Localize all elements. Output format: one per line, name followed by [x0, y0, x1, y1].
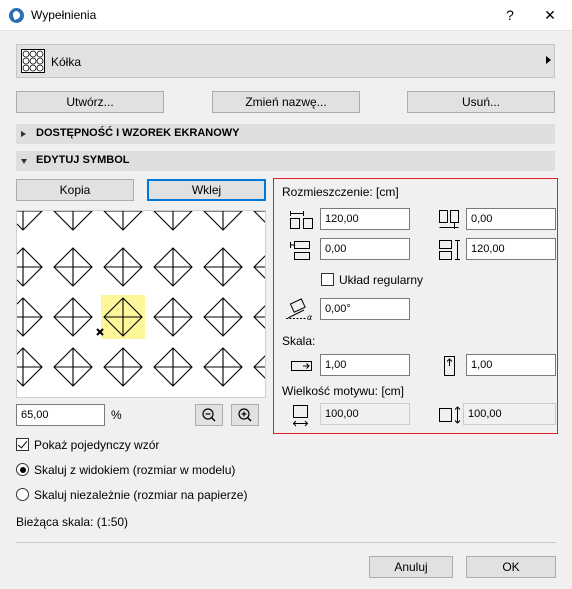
- scale-independent-label: Skaluj niezależnie (rozmiar na papierze): [34, 488, 248, 502]
- motif-size-header: Wielkość motywu: [cm]: [282, 384, 405, 398]
- zoom-out-button[interactable]: [195, 404, 223, 426]
- ok-button[interactable]: OK: [466, 556, 556, 578]
- fill-selector[interactable]: Kółka: [16, 44, 555, 78]
- scale-independent-radio[interactable]: [16, 488, 29, 501]
- current-scale-text: Bieżąca skala: (1:50): [16, 515, 129, 529]
- placement-header: Rozmieszczenie: [cm]: [282, 185, 399, 199]
- show-single-pattern-checkbox[interactable]: [16, 438, 29, 451]
- zoom-in-button[interactable]: [231, 404, 259, 426]
- vertical-spacing-icon: [437, 239, 461, 261]
- horizontal-offset-input[interactable]: 0,00: [320, 238, 410, 260]
- zoom-in-icon: [238, 408, 252, 422]
- paste-button[interactable]: Wklej: [147, 179, 266, 201]
- collapse-arrow-icon: [21, 159, 27, 164]
- section-availability[interactable]: DOSTĘPNOŚĆ I WZOREK EKRANOWY: [16, 124, 555, 144]
- expand-arrow-icon: [21, 131, 26, 137]
- horizontal-spacing-icon: [289, 209, 313, 231]
- angle-input[interactable]: 0,00°: [320, 298, 410, 320]
- chevron-right-icon: [546, 56, 551, 64]
- delete-button[interactable]: Usuń...: [407, 91, 555, 113]
- scale-with-view-radio[interactable]: [16, 463, 29, 476]
- title-bar: Wypełnienia ? ✕: [0, 0, 572, 31]
- section-edit-symbol[interactable]: EDYTUJ SYMBOL: [16, 151, 555, 171]
- create-button[interactable]: Utwórz...: [16, 91, 164, 113]
- help-button[interactable]: ?: [498, 4, 522, 26]
- section-availability-label: DOSTĘPNOŚĆ I WZOREK EKRANOWY: [36, 127, 240, 139]
- zoom-out-icon: [202, 408, 216, 422]
- motif-width-icon: [289, 404, 313, 427]
- regular-layout-checkbox[interactable]: [321, 273, 334, 286]
- window-title: Wypełnienia: [31, 8, 97, 22]
- fill-name: Kółka: [51, 55, 82, 69]
- zoom-unit: %: [111, 408, 122, 422]
- rename-button[interactable]: Zmień nazwę...: [212, 91, 360, 113]
- scale-x-icon: [289, 355, 313, 377]
- scale-y-input[interactable]: 1,00: [466, 354, 556, 376]
- angle-icon: α: [284, 296, 318, 322]
- horizontal-offset-icon: [289, 239, 313, 261]
- cancel-button[interactable]: Anuluj: [369, 556, 453, 578]
- motif-width-field: 100,00: [320, 403, 410, 425]
- horizontal-spacing-input[interactable]: 120,00: [320, 208, 410, 230]
- vertical-offset-icon: [437, 209, 461, 231]
- vertical-spacing-input[interactable]: 120,00: [466, 238, 556, 260]
- zoom-input[interactable]: 65,00: [16, 404, 105, 426]
- fill-swatch-icon: [21, 49, 45, 73]
- scale-with-view-label: Skaluj z widokiem (rozmiar w modelu): [34, 463, 236, 477]
- footer-divider: [16, 542, 556, 543]
- scale-x-input[interactable]: 1,00: [320, 354, 410, 376]
- show-single-pattern-label: Pokaż pojedynczy wzór: [34, 438, 160, 452]
- svg-text:α: α: [307, 313, 313, 322]
- pattern-canvas: [17, 211, 265, 387]
- scale-header: Skala:: [282, 334, 316, 348]
- copy-button[interactable]: Kopia: [16, 179, 134, 201]
- close-button[interactable]: ✕: [538, 4, 562, 26]
- regular-layout-label: Układ regularny: [339, 273, 424, 287]
- section-edit-symbol-label: EDYTUJ SYMBOL: [36, 154, 130, 166]
- vertical-offset-input[interactable]: 0,00: [466, 208, 556, 230]
- app-logo-icon: [9, 8, 24, 23]
- motif-height-icon: [437, 404, 461, 426]
- pattern-preview[interactable]: [16, 210, 266, 398]
- motif-height-field: 100,00: [463, 403, 556, 425]
- scale-y-icon: [437, 355, 461, 377]
